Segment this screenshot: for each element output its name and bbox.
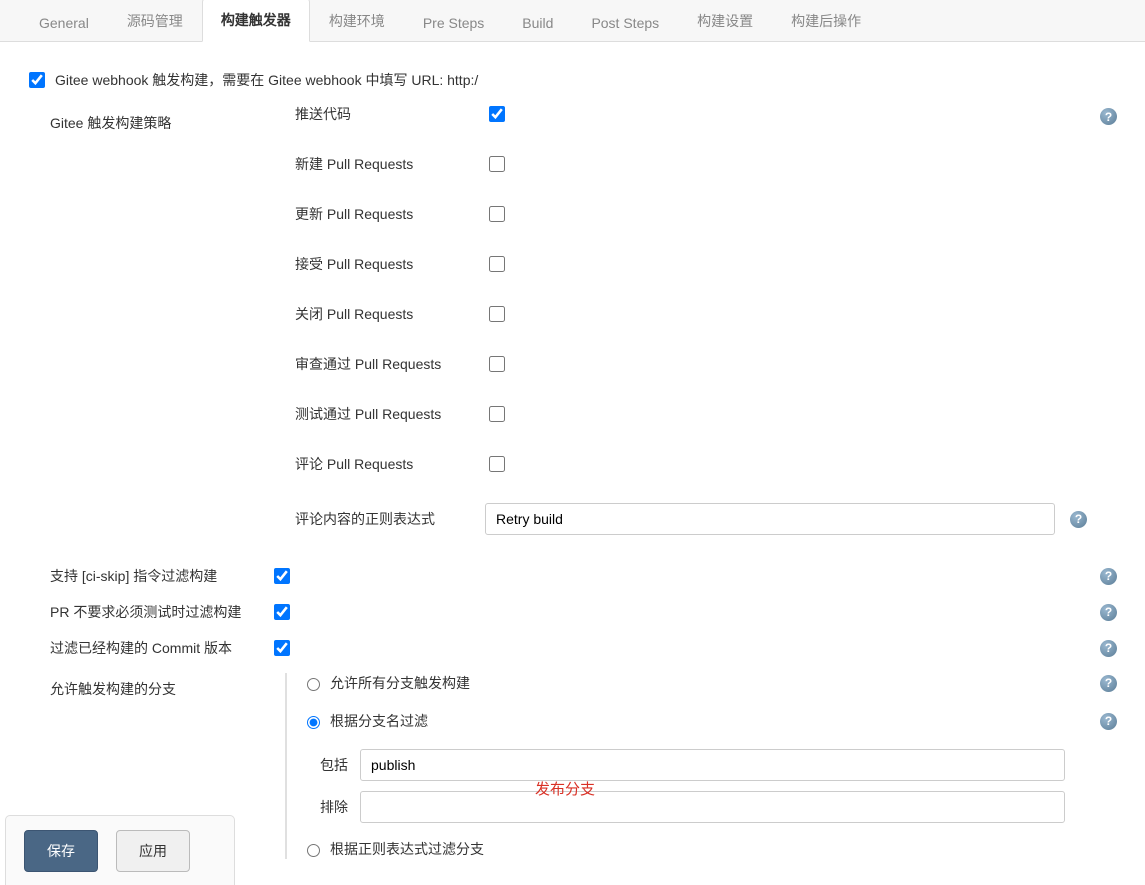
strategy-options: ? 推送代码 新建 Pull Requests 更新 Pull Requests… [295,103,1120,535]
tab-build[interactable]: Build [503,3,572,42]
trigger-config-panel: Gitee webhook 触发构建，需要在 Gitee webhook 中填写… [0,42,1145,859]
by-regex-radio[interactable] [307,844,320,857]
footer-bar: 保存 应用 [5,815,235,885]
webhook-row: Gitee webhook 触发构建，需要在 Gitee webhook 中填写… [25,65,1120,95]
regex-label: 评论内容的正则表达式 [295,509,485,529]
pr-no-test-label: PR 不要求必须测试时过滤构建 [25,602,270,622]
close-pr-checkbox[interactable] [489,306,505,322]
allow-all-radio[interactable] [307,678,320,691]
strategy-title: Gitee 触发构建策略 [25,103,295,133]
tab-scm[interactable]: 源码管理 [108,0,202,42]
tab-pre-steps[interactable]: Pre Steps [404,3,503,42]
test-pr-checkbox[interactable] [489,406,505,422]
exclude-label: 排除 [320,797,360,817]
accept-pr-label: 接受 Pull Requests [295,254,485,274]
comment-pr-label: 评论 Pull Requests [295,454,485,474]
push-checkbox[interactable] [489,106,505,122]
regex-input[interactable] [485,503,1055,535]
branch-options: 允许所有分支触发构建 ? 根据分支名过滤 ? 包括 排除 根据正则表达式过滤分支 [285,673,1120,859]
help-icon[interactable]: ? [1100,675,1117,692]
test-pr-label: 测试通过 Pull Requests [295,404,485,424]
help-icon[interactable]: ? [1070,511,1087,528]
save-button[interactable]: 保存 [24,830,98,872]
tab-env[interactable]: 构建环境 [310,0,404,42]
include-label: 包括 [320,755,360,775]
filter-built-label: 过滤已经构建的 Commit 版本 [25,638,270,658]
new-pr-checkbox[interactable] [489,156,505,172]
help-icon[interactable]: ? [1100,108,1117,125]
review-pr-checkbox[interactable] [489,356,505,372]
webhook-label: Gitee webhook 触发构建，需要在 Gitee webhook 中填写… [55,70,478,90]
help-icon[interactable]: ? [1100,640,1117,657]
allow-all-label: 允许所有分支触发构建 [330,673,470,693]
tab-post-steps[interactable]: Post Steps [572,3,678,42]
tab-general[interactable]: General [20,3,108,42]
pr-no-test-checkbox[interactable] [274,604,290,620]
tab-trigger[interactable]: 构建触发器 [202,0,310,42]
exclude-input[interactable] [360,791,1065,823]
by-regex-label: 根据正则表达式过滤分支 [330,839,484,859]
by-name-label: 根据分支名过滤 [330,711,428,731]
tab-build-settings[interactable]: 构建设置 [678,0,772,42]
ci-skip-label: 支持 [ci-skip] 指令过滤构建 [25,566,270,586]
by-name-radio[interactable] [307,716,320,729]
apply-button[interactable]: 应用 [116,830,190,872]
tab-postbuild[interactable]: 构建后操作 [772,0,880,42]
include-input[interactable] [360,749,1065,781]
ci-skip-checkbox[interactable] [274,568,290,584]
update-pr-checkbox[interactable] [489,206,505,222]
close-pr-label: 关闭 Pull Requests [295,304,485,324]
filter-built-checkbox[interactable] [274,640,290,656]
new-pr-label: 新建 Pull Requests [295,154,485,174]
update-pr-label: 更新 Pull Requests [295,204,485,224]
push-label: 推送代码 [295,104,485,124]
webhook-checkbox[interactable] [29,72,45,88]
comment-pr-checkbox[interactable] [489,456,505,472]
publish-note: 发布分支 [535,778,595,799]
help-icon[interactable]: ? [1100,568,1117,585]
help-icon[interactable]: ? [1100,604,1117,621]
review-pr-label: 审查通过 Pull Requests [295,354,485,374]
accept-pr-checkbox[interactable] [489,256,505,272]
help-icon[interactable]: ? [1100,713,1117,730]
tabs-bar: General 源码管理 构建触发器 构建环境 Pre Steps Build … [0,0,1145,42]
